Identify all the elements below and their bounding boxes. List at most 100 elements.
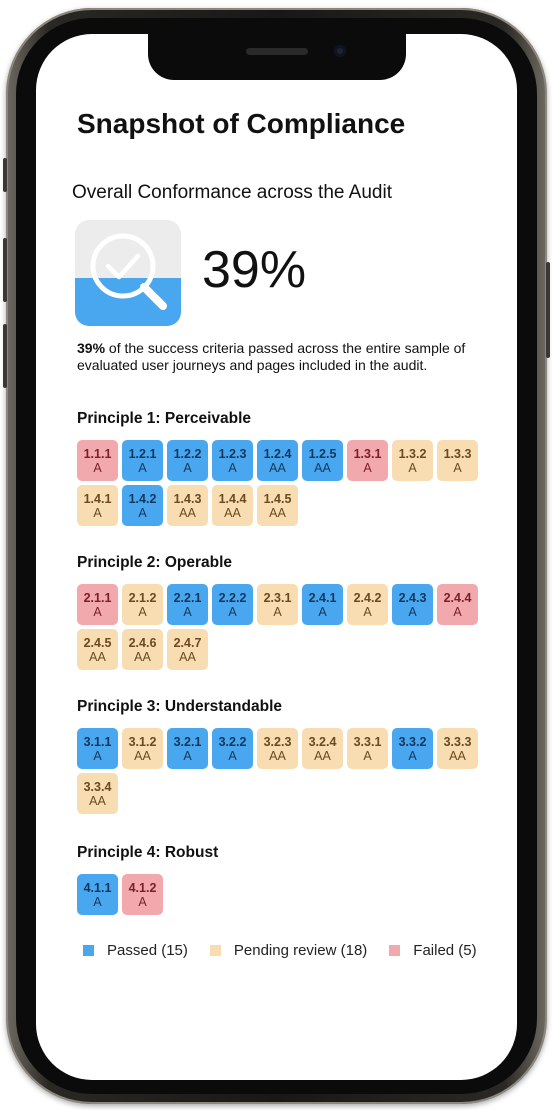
criterion-chip: 2.4.6 AA: [122, 629, 163, 670]
criterion-level: A: [453, 604, 462, 619]
criterion-level: A: [408, 604, 417, 619]
principle-3-grid: 3.1.1 A 3.1.2 AA 3.2.1 A 3.2.2 A 3.2.3 AA 3.2.4 AA 3…: [77, 728, 497, 814]
legend-item-passed: Passed (15): [83, 942, 188, 959]
criterion-chip: 1.3.3 A: [437, 440, 478, 481]
criterion-chip: 4.1.1 A: [77, 874, 118, 915]
criterion-level: A: [408, 460, 417, 475]
principle-3-heading: Principle 3: Understandable: [77, 698, 282, 715]
criterion-number: 1.3.2: [398, 446, 427, 461]
criterion-level: A: [183, 748, 192, 763]
criterion-number: 2.4.1: [308, 590, 337, 605]
criterion-chip: 3.2.1 A: [167, 728, 208, 769]
front-camera: [334, 45, 346, 57]
criterion-number: 2.4.3: [398, 590, 427, 605]
criterion-number: 3.2.2: [218, 734, 247, 749]
criterion-level: A: [363, 604, 372, 619]
criterion-level: A: [408, 748, 417, 763]
criterion-level: AA: [179, 505, 196, 520]
criterion-number: 2.1.1: [83, 590, 112, 605]
criterion-level: A: [138, 604, 147, 619]
criterion-chip: 3.1.1 A: [77, 728, 118, 769]
criterion-level: A: [138, 894, 147, 909]
search-check-icon: [75, 220, 181, 326]
criterion-chip: 1.2.4 AA: [257, 440, 298, 481]
criterion-number: 2.4.2: [353, 590, 382, 605]
criterion-level: A: [273, 604, 282, 619]
criterion-level: AA: [269, 460, 286, 475]
legend-swatch: [389, 945, 401, 956]
notch: [148, 34, 406, 80]
page-subtitle: Overall Conformance across the Audit: [72, 182, 392, 203]
legend-label: Passed (15): [107, 942, 188, 959]
criterion-chip: 1.4.4 AA: [212, 485, 253, 526]
criterion-level: AA: [269, 505, 286, 520]
criterion-level: A: [228, 748, 237, 763]
criterion-level: AA: [89, 793, 106, 808]
criterion-number: 2.2.1: [173, 590, 202, 605]
criterion-number: 1.4.5: [263, 491, 292, 506]
criterion-number: 1.4.1: [83, 491, 112, 506]
criterion-number: 1.2.4: [263, 446, 292, 461]
legend-item-failed: Failed (5): [389, 942, 477, 959]
criterion-chip: 3.3.1 A: [347, 728, 388, 769]
criterion-chip: 4.1.2 A: [122, 874, 163, 915]
criterion-level: A: [363, 748, 372, 763]
volume-down-button: [3, 324, 7, 388]
criterion-number: 3.3.4: [83, 779, 112, 794]
criterion-level: A: [453, 460, 462, 475]
legend-label: Failed (5): [413, 942, 477, 959]
desc-bold: 39%: [77, 340, 106, 356]
criterion-level: AA: [314, 748, 331, 763]
criterion-level: A: [183, 604, 192, 619]
criterion-chip: 2.1.1 A: [77, 584, 118, 625]
criterion-level: A: [93, 748, 102, 763]
criterion-chip: 2.4.3 A: [392, 584, 433, 625]
criterion-number: 2.4.7: [173, 635, 202, 650]
criterion-number: 1.2.2: [173, 446, 202, 461]
phone-screen: Snapshot of Compliance Overall Conforman…: [36, 34, 517, 1080]
criterion-level: AA: [224, 505, 241, 520]
criterion-number: 3.2.3: [263, 734, 292, 749]
criterion-number: 1.2.3: [218, 446, 247, 461]
power-button: [546, 262, 550, 358]
criterion-level: A: [93, 460, 102, 475]
criterion-level: A: [93, 894, 102, 909]
criterion-chip: 1.4.3 AA: [167, 485, 208, 526]
criterion-chip: 2.2.1 A: [167, 584, 208, 625]
criterion-level: A: [228, 604, 237, 619]
criterion-chip: 3.3.2 A: [392, 728, 433, 769]
criterion-chip: 2.4.7 AA: [167, 629, 208, 670]
criterion-level: AA: [179, 649, 196, 664]
criterion-level: AA: [134, 649, 151, 664]
desc-text: of the success criteria passed across th…: [77, 340, 466, 373]
criterion-chip: 3.3.4 AA: [77, 773, 118, 814]
principle-4-heading: Principle 4: Robust: [77, 844, 219, 861]
criterion-level: AA: [89, 649, 106, 664]
criterion-number: 3.1.1: [83, 734, 112, 749]
criterion-number: 4.1.1: [83, 880, 112, 895]
status-legend: Passed (15) Pending review (18) Failed (5): [83, 942, 499, 959]
criterion-chip: 3.3.3 AA: [437, 728, 478, 769]
criterion-level: A: [363, 460, 372, 475]
legend-swatch: [209, 945, 221, 956]
criterion-chip: 1.3.1 A: [347, 440, 388, 481]
criterion-level: AA: [269, 748, 286, 763]
criterion-chip: 2.3.1 A: [257, 584, 298, 625]
criterion-chip: 1.2.3 A: [212, 440, 253, 481]
criterion-number: 4.1.2: [128, 880, 157, 895]
criterion-chip: 1.1.1 A: [77, 440, 118, 481]
criterion-number: 3.2.4: [308, 734, 337, 749]
criterion-chip: 1.3.2 A: [392, 440, 433, 481]
criterion-level: A: [138, 505, 147, 520]
criterion-chip: 1.4.1 A: [77, 485, 118, 526]
criterion-chip: 1.2.1 A: [122, 440, 163, 481]
volume-up-button: [3, 238, 7, 302]
criterion-number: 1.1.1: [83, 446, 112, 461]
criterion-chip: 2.4.4 A: [437, 584, 478, 625]
criterion-chip: 3.2.2 A: [212, 728, 253, 769]
criterion-chip: 2.4.1 A: [302, 584, 343, 625]
principle-4-grid: 4.1.1 A 4.1.2 A: [77, 874, 497, 915]
principle-1-grid: 1.1.1 A 1.2.1 A 1.2.2 A 1.2.3 A 1.2.4 AA 1.2.5 AA 1.…: [77, 440, 497, 526]
criterion-number: 3.3.3: [443, 734, 472, 749]
criterion-level: A: [318, 604, 327, 619]
